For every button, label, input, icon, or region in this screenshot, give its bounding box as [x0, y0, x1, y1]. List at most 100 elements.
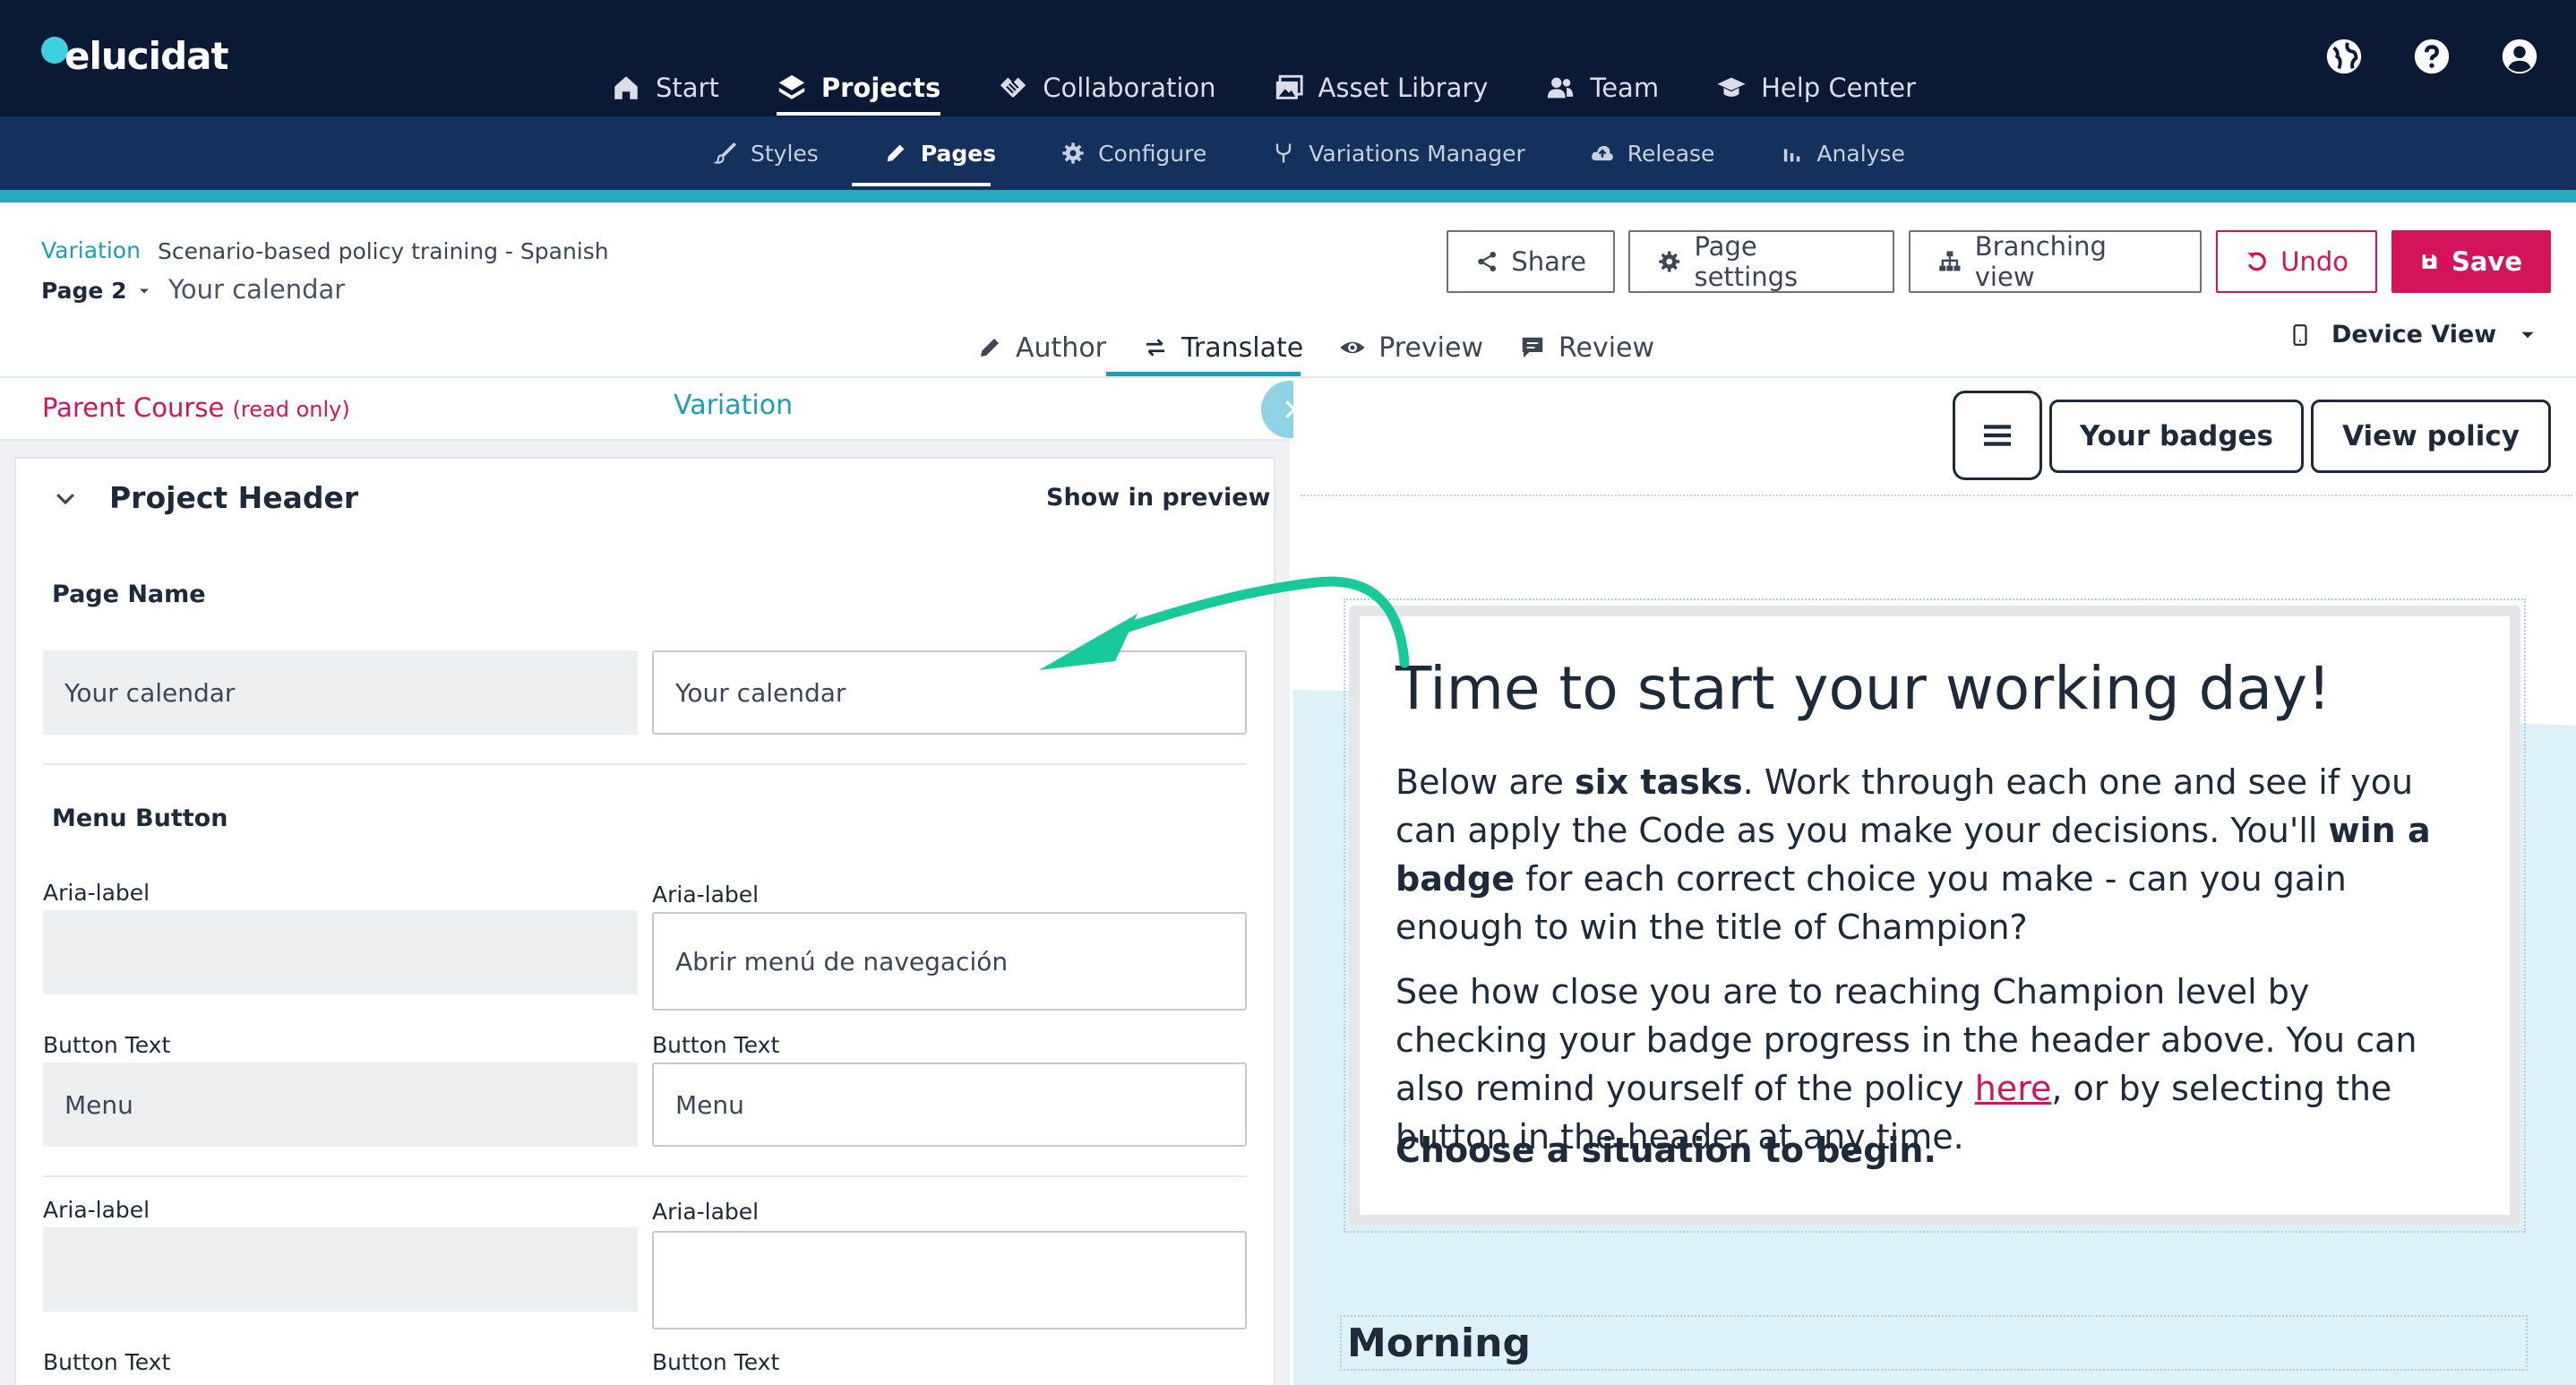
tab-preview[interactable]: Preview [1321, 318, 1501, 377]
button-text-parent-label: Button Text [43, 1032, 171, 1058]
page-selector[interactable]: Page 2 [41, 278, 153, 304]
nav-projects-label: Projects [820, 73, 941, 103]
aria-label-parent-value [43, 1227, 638, 1312]
page-name-parent-value: Your calendar [43, 650, 638, 735]
morning-heading[interactable]: Morning [1347, 1320, 1531, 1366]
nav-collaboration[interactable]: Collaboration [969, 61, 1244, 115]
globe-icon[interactable] [2323, 36, 2365, 77]
eye-icon [1340, 341, 1365, 354]
subnav-release[interactable]: Release [1558, 116, 1747, 190]
tab-author[interactable]: Author [958, 318, 1124, 377]
subnav-analyse[interactable]: Analyse [1747, 116, 1936, 190]
subnav-styles[interactable]: Styles [681, 116, 851, 190]
nav-asset-library-label: Asset Library [1318, 73, 1489, 103]
subnav-styles-label: Styles [751, 140, 819, 167]
nav-start-label: Start [656, 73, 719, 103]
hamburger-icon [1984, 425, 2011, 446]
button-text-variation-label: Button Text [652, 1032, 780, 1058]
nav-start[interactable]: Start [582, 61, 748, 115]
subnav-configure[interactable]: Configure [1028, 116, 1239, 190]
aria-label-variation-label: Aria-label [652, 1199, 760, 1225]
preview-header-border [1301, 495, 2572, 496]
gear-icon [1062, 142, 1084, 164]
elucidat-logo[interactable]: elucidat [41, 34, 229, 78]
read-only-note: (read only) [232, 397, 350, 422]
tab-review[interactable]: Review [1501, 318, 1672, 377]
section-toggle[interactable]: Project Header [52, 480, 358, 515]
aria-label-parent-value [43, 910, 638, 994]
sitemap-icon [1939, 251, 1961, 271]
active-subnav-indicator [852, 183, 991, 186]
subnav-pages[interactable]: Pages [851, 116, 1028, 190]
page-selector-label: Page 2 [41, 278, 127, 304]
floppy-icon [2422, 254, 2437, 269]
utility-icons [2323, 36, 2540, 77]
share-icon [1478, 252, 1497, 271]
nav-team[interactable]: Team [1516, 61, 1687, 115]
nav-asset-library[interactable]: Asset Library [1245, 61, 1517, 115]
branching-view-label: Branching view [1974, 231, 2107, 292]
logo-text: elucidat [64, 34, 229, 78]
gear-icon [1659, 251, 1680, 272]
sub-nav: Styles Pages Configure Variations Manage… [681, 116, 1937, 190]
caret-down-icon [2521, 331, 2534, 338]
button-text-parent-label: Button Text [43, 1349, 171, 1375]
home-icon [614, 76, 638, 99]
images-icon [1275, 74, 1303, 99]
accent-strip [0, 190, 2576, 202]
comment-icon [1522, 337, 1543, 358]
aria-label-parent-label: Aria-label [43, 1197, 150, 1223]
nav-team-label: Team [1590, 73, 1660, 103]
device-view-label: Device View [2331, 321, 2497, 348]
subnav-pages-label: Pages [920, 140, 997, 167]
aria-label-variation-input[interactable] [652, 1231, 1247, 1329]
page-settings-button[interactable]: Page settings [1628, 230, 1894, 293]
your-badges-button[interactable]: Your badges [2049, 400, 2304, 473]
device-view-dropdown[interactable]: Device View [2288, 321, 2539, 348]
tab-translate[interactable]: Translate [1124, 318, 1321, 377]
user-circle-icon[interactable] [2499, 36, 2540, 77]
main-nav: Start Projects Collaboration Asset Libra… [582, 61, 1945, 116]
brush-icon [713, 142, 736, 164]
aria-label-variation-label: Aria-label [652, 882, 760, 908]
section-divider [43, 1175, 1247, 1177]
page-name-heading: Page Name [52, 581, 206, 608]
bar-chart-icon [1784, 149, 1800, 162]
button-text-variation-input[interactable] [652, 1062, 1247, 1147]
nav-projects[interactable]: Projects [748, 61, 969, 116]
intro-title: Time to start your working day! [1395, 654, 2331, 723]
share-button[interactable]: Share [1447, 230, 1615, 293]
show-in-preview-link[interactable]: Show in preview [1046, 484, 1271, 512]
branching-view-button[interactable]: Branching view [1909, 230, 2202, 293]
aria-label-variation-input[interactable] [652, 912, 1247, 1011]
subnav-variations-manager[interactable]: Variations Manager [1239, 116, 1557, 190]
variation-column-header: Variation [674, 390, 794, 421]
nav-help-center-label: Help Center [1761, 73, 1917, 103]
help-icon[interactable] [2411, 36, 2452, 77]
button-text-parent-value: Menu [43, 1062, 638, 1147]
section-title: Project Header [109, 480, 359, 515]
aria-label-parent-label: Aria-label [43, 880, 150, 906]
nav-help-center[interactable]: Help Center [1687, 61, 1945, 115]
graduation-cap-icon [1717, 77, 1746, 97]
page-title: Your calendar [168, 274, 346, 305]
preview-menu-button[interactable] [1953, 391, 2042, 480]
mode-tabs: Author Translate Preview Review [958, 318, 1672, 377]
nav-collaboration-label: Collaboration [1043, 73, 1216, 103]
tab-review-label: Review [1558, 331, 1655, 364]
caret-down-icon [140, 288, 150, 293]
subnav-release-label: Release [1627, 140, 1715, 167]
save-button[interactable]: Save [2391, 230, 2551, 293]
intro-paragraph-1: Below are six tasks. Work through each o… [1395, 762, 2431, 947]
layers-icon [778, 74, 805, 99]
cloud-upload-icon [1591, 145, 1613, 161]
policy-link[interactable]: here [1975, 1069, 2052, 1108]
variation-name: Scenario-based policy training - Spanish [158, 238, 609, 264]
undo-button[interactable]: Undo [2216, 230, 2377, 293]
users-icon [1548, 77, 1574, 99]
parent-course-label: Parent Course [42, 392, 225, 423]
fork-icon [1276, 143, 1292, 163]
view-policy-button[interactable]: View policy [2311, 400, 2551, 473]
annotation-arrow [1039, 576, 1410, 670]
subnav-analyse-label: Analyse [1816, 140, 1905, 167]
